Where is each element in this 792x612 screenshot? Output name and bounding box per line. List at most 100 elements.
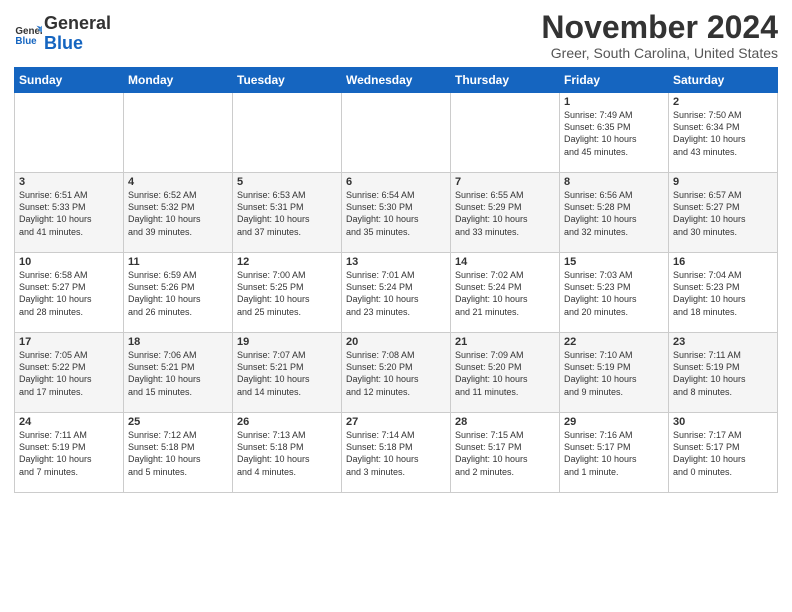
day-cell: 22Sunrise: 7:10 AM Sunset: 5:19 PM Dayli… [560, 333, 669, 413]
day-cell: 18Sunrise: 7:06 AM Sunset: 5:21 PM Dayli… [124, 333, 233, 413]
day-cell: 11Sunrise: 6:59 AM Sunset: 5:26 PM Dayli… [124, 253, 233, 333]
day-number: 18 [128, 336, 228, 348]
day-cell: 21Sunrise: 7:09 AM Sunset: 5:20 PM Dayli… [451, 333, 560, 413]
day-number: 20 [346, 336, 446, 348]
day-info: Sunrise: 6:58 AM Sunset: 5:27 PM Dayligh… [19, 269, 119, 318]
day-number: 1 [564, 96, 664, 108]
day-info: Sunrise: 6:54 AM Sunset: 5:30 PM Dayligh… [346, 189, 446, 238]
day-info: Sunrise: 7:01 AM Sunset: 5:24 PM Dayligh… [346, 269, 446, 318]
col-thursday: Thursday [451, 68, 560, 93]
day-cell: 15Sunrise: 7:03 AM Sunset: 5:23 PM Dayli… [560, 253, 669, 333]
day-cell: 29Sunrise: 7:16 AM Sunset: 5:17 PM Dayli… [560, 413, 669, 493]
day-number: 11 [128, 256, 228, 268]
day-info: Sunrise: 7:09 AM Sunset: 5:20 PM Dayligh… [455, 349, 555, 398]
day-number: 7 [455, 176, 555, 188]
day-cell [451, 93, 560, 173]
week-row-2: 3Sunrise: 6:51 AM Sunset: 5:33 PM Daylig… [15, 173, 778, 253]
col-sunday: Sunday [15, 68, 124, 93]
day-cell: 8Sunrise: 6:56 AM Sunset: 5:28 PM Daylig… [560, 173, 669, 253]
day-cell [342, 93, 451, 173]
day-info: Sunrise: 6:55 AM Sunset: 5:29 PM Dayligh… [455, 189, 555, 238]
day-number: 15 [564, 256, 664, 268]
day-cell: 12Sunrise: 7:00 AM Sunset: 5:25 PM Dayli… [233, 253, 342, 333]
day-cell: 25Sunrise: 7:12 AM Sunset: 5:18 PM Dayli… [124, 413, 233, 493]
day-info: Sunrise: 7:03 AM Sunset: 5:23 PM Dayligh… [564, 269, 664, 318]
day-cell: 10Sunrise: 6:58 AM Sunset: 5:27 PM Dayli… [15, 253, 124, 333]
day-info: Sunrise: 7:15 AM Sunset: 5:17 PM Dayligh… [455, 429, 555, 478]
day-cell: 23Sunrise: 7:11 AM Sunset: 5:19 PM Dayli… [669, 333, 778, 413]
day-number: 4 [128, 176, 228, 188]
day-info: Sunrise: 7:17 AM Sunset: 5:17 PM Dayligh… [673, 429, 773, 478]
day-number: 14 [455, 256, 555, 268]
header: General Blue General Blue November 2024 … [14, 10, 778, 61]
location: Greer, South Carolina, United States [541, 45, 778, 61]
day-info: Sunrise: 7:13 AM Sunset: 5:18 PM Dayligh… [237, 429, 337, 478]
day-number: 25 [128, 416, 228, 428]
day-info: Sunrise: 6:56 AM Sunset: 5:28 PM Dayligh… [564, 189, 664, 238]
day-cell [15, 93, 124, 173]
day-cell: 3Sunrise: 6:51 AM Sunset: 5:33 PM Daylig… [15, 173, 124, 253]
week-row-1: 1Sunrise: 7:49 AM Sunset: 6:35 PM Daylig… [15, 93, 778, 173]
day-number: 29 [564, 416, 664, 428]
day-number: 10 [19, 256, 119, 268]
day-info: Sunrise: 7:50 AM Sunset: 6:34 PM Dayligh… [673, 109, 773, 158]
day-number: 26 [237, 416, 337, 428]
logo-blue: Blue [44, 33, 83, 53]
calendar: Sunday Monday Tuesday Wednesday Thursday… [14, 67, 778, 493]
day-info: Sunrise: 7:04 AM Sunset: 5:23 PM Dayligh… [673, 269, 773, 318]
day-info: Sunrise: 7:10 AM Sunset: 5:19 PM Dayligh… [564, 349, 664, 398]
day-cell: 7Sunrise: 6:55 AM Sunset: 5:29 PM Daylig… [451, 173, 560, 253]
day-cell [124, 93, 233, 173]
day-number: 28 [455, 416, 555, 428]
day-info: Sunrise: 7:08 AM Sunset: 5:20 PM Dayligh… [346, 349, 446, 398]
day-info: Sunrise: 7:02 AM Sunset: 5:24 PM Dayligh… [455, 269, 555, 318]
day-number: 27 [346, 416, 446, 428]
day-info: Sunrise: 6:57 AM Sunset: 5:27 PM Dayligh… [673, 189, 773, 238]
day-info: Sunrise: 7:11 AM Sunset: 5:19 PM Dayligh… [673, 349, 773, 398]
col-monday: Monday [124, 68, 233, 93]
day-number: 21 [455, 336, 555, 348]
day-number: 24 [19, 416, 119, 428]
day-info: Sunrise: 6:51 AM Sunset: 5:33 PM Dayligh… [19, 189, 119, 238]
day-cell: 13Sunrise: 7:01 AM Sunset: 5:24 PM Dayli… [342, 253, 451, 333]
day-number: 30 [673, 416, 773, 428]
day-cell: 28Sunrise: 7:15 AM Sunset: 5:17 PM Dayli… [451, 413, 560, 493]
logo-text: General Blue [44, 14, 111, 54]
day-cell: 20Sunrise: 7:08 AM Sunset: 5:20 PM Dayli… [342, 333, 451, 413]
day-number: 13 [346, 256, 446, 268]
day-number: 5 [237, 176, 337, 188]
page-container: General Blue General Blue November 2024 … [0, 0, 792, 499]
logo: General Blue General Blue [14, 14, 111, 54]
day-cell: 24Sunrise: 7:11 AM Sunset: 5:19 PM Dayli… [15, 413, 124, 493]
day-info: Sunrise: 7:05 AM Sunset: 5:22 PM Dayligh… [19, 349, 119, 398]
day-number: 19 [237, 336, 337, 348]
day-cell: 16Sunrise: 7:04 AM Sunset: 5:23 PM Dayli… [669, 253, 778, 333]
day-info: Sunrise: 7:07 AM Sunset: 5:21 PM Dayligh… [237, 349, 337, 398]
day-info: Sunrise: 7:12 AM Sunset: 5:18 PM Dayligh… [128, 429, 228, 478]
day-info: Sunrise: 6:52 AM Sunset: 5:32 PM Dayligh… [128, 189, 228, 238]
day-info: Sunrise: 7:16 AM Sunset: 5:17 PM Dayligh… [564, 429, 664, 478]
day-cell: 30Sunrise: 7:17 AM Sunset: 5:17 PM Dayli… [669, 413, 778, 493]
title-block: November 2024 Greer, South Carolina, Uni… [541, 10, 778, 61]
day-info: Sunrise: 6:59 AM Sunset: 5:26 PM Dayligh… [128, 269, 228, 318]
day-info: Sunrise: 6:53 AM Sunset: 5:31 PM Dayligh… [237, 189, 337, 238]
col-wednesday: Wednesday [342, 68, 451, 93]
day-number: 3 [19, 176, 119, 188]
col-saturday: Saturday [669, 68, 778, 93]
svg-text:Blue: Blue [15, 36, 37, 47]
day-cell [233, 93, 342, 173]
day-number: 9 [673, 176, 773, 188]
day-info: Sunrise: 7:00 AM Sunset: 5:25 PM Dayligh… [237, 269, 337, 318]
day-number: 12 [237, 256, 337, 268]
day-cell: 9Sunrise: 6:57 AM Sunset: 5:27 PM Daylig… [669, 173, 778, 253]
day-number: 22 [564, 336, 664, 348]
day-cell: 2Sunrise: 7:50 AM Sunset: 6:34 PM Daylig… [669, 93, 778, 173]
week-row-3: 10Sunrise: 6:58 AM Sunset: 5:27 PM Dayli… [15, 253, 778, 333]
col-friday: Friday [560, 68, 669, 93]
month-title: November 2024 [541, 10, 778, 45]
week-row-5: 24Sunrise: 7:11 AM Sunset: 5:19 PM Dayli… [15, 413, 778, 493]
logo-icon: General Blue [14, 20, 42, 48]
day-number: 17 [19, 336, 119, 348]
week-row-4: 17Sunrise: 7:05 AM Sunset: 5:22 PM Dayli… [15, 333, 778, 413]
day-cell: 6Sunrise: 6:54 AM Sunset: 5:30 PM Daylig… [342, 173, 451, 253]
